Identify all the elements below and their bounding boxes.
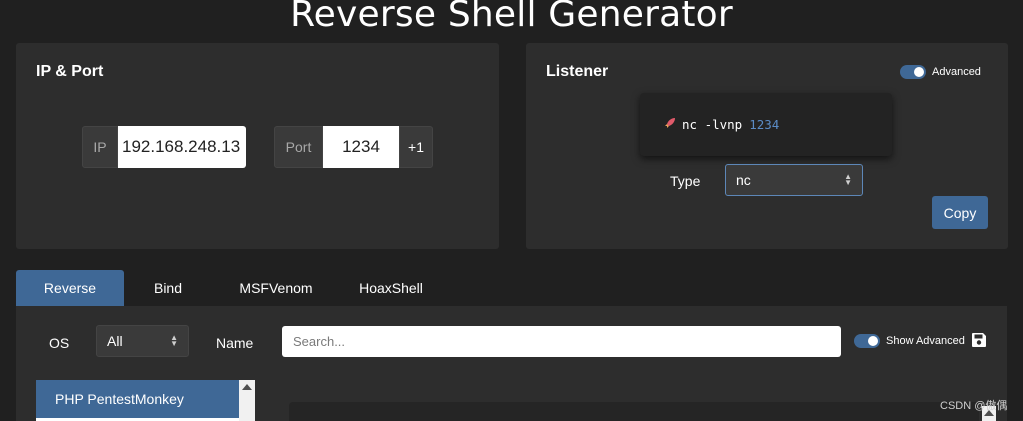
tab-msfvenom[interactable]: MSFVenom: [212, 270, 340, 306]
ip-input-group: IP: [82, 126, 246, 168]
port-label: Port: [274, 126, 323, 168]
port-input-group: Port +1: [274, 126, 433, 168]
list-scrollbar[interactable]: [239, 380, 255, 421]
advanced-label: Advanced: [932, 66, 981, 78]
tab-bind[interactable]: Bind: [124, 270, 212, 306]
watermark: CSDN @傲偶: [940, 400, 1008, 412]
tab-reverse[interactable]: Reverse: [16, 270, 124, 306]
scroll-up-icon[interactable]: [242, 384, 252, 390]
rocket-icon: [664, 117, 676, 132]
os-value: All: [107, 333, 123, 349]
type-label: Type: [670, 173, 701, 189]
name-label: Name: [216, 335, 254, 351]
listener-type-value: nc: [736, 172, 751, 188]
listener-command: nc -lvnp: [682, 117, 743, 132]
list-item[interactable]: PHP PentestMonkey: [36, 380, 239, 418]
os-select[interactable]: All ▲ ▼: [96, 325, 189, 357]
shell-output-box: [289, 402, 979, 421]
ip-port-title: IP & Port: [36, 63, 104, 80]
port-increment-button[interactable]: +1: [399, 126, 433, 168]
show-advanced-label: Show Advanced: [886, 335, 965, 347]
shell-list: PHP PentestMonkey: [36, 380, 255, 421]
listener-command-box: nc -lvnp 1234: [640, 93, 892, 156]
listener-title: Listener: [546, 63, 609, 80]
listener-card: Listener Advanced nc -lvnp 1234 Type nc …: [526, 43, 1008, 249]
show-advanced-switch[interactable]: [854, 334, 880, 348]
advanced-switch[interactable]: [900, 65, 926, 79]
show-advanced-toggle[interactable]: Show Advanced: [854, 334, 965, 348]
page-title: Reverse Shell Generator: [290, 0, 733, 35]
tab-hoaxshell[interactable]: HoaxShell: [340, 270, 442, 306]
listener-command-port: 1234: [749, 117, 780, 132]
ip-label: IP: [82, 126, 118, 168]
reverse-panel: OS All ▲▼ Name Show Advanced PHP Pentest…: [16, 306, 1007, 421]
shell-type-tabs: Reverse Bind MSFVenom HoaxShell: [16, 270, 442, 306]
os-label: OS: [49, 335, 70, 351]
ip-port-card: IP & Port IP Port +1: [16, 43, 499, 249]
save-icon[interactable]: [971, 332, 987, 348]
search-input[interactable]: [282, 326, 841, 357]
ip-input[interactable]: [118, 126, 246, 168]
advanced-toggle[interactable]: Advanced: [900, 65, 981, 79]
chevron-updown-icon: ▲ ▼: [844, 172, 852, 187]
chevron-updown-icon: ▲ ▼: [170, 333, 178, 348]
copy-button[interactable]: Copy: [932, 196, 988, 229]
listener-type-select[interactable]: nc ▲ ▼: [725, 164, 863, 196]
port-input[interactable]: [323, 126, 399, 168]
